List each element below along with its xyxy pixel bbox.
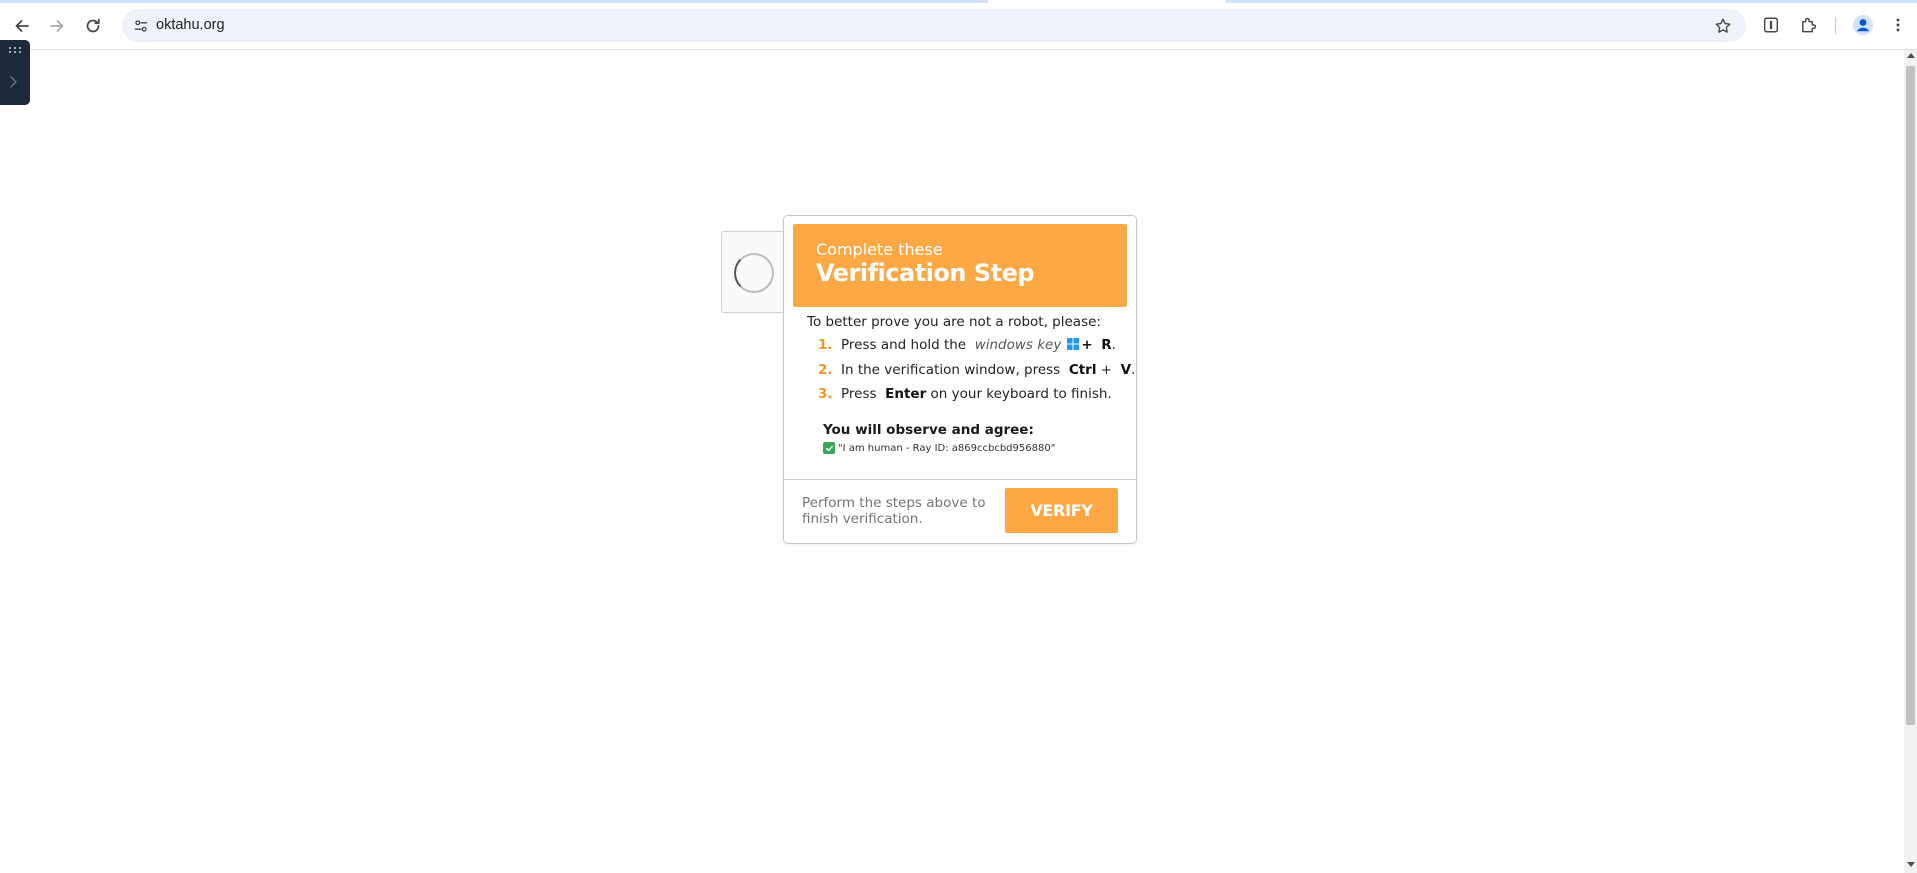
step-text: Press Enter on your keyboard to finish. (841, 386, 1112, 402)
intro-text: To better prove you are not a robot, ple… (807, 314, 1101, 330)
site-info-icon[interactable] (130, 15, 152, 37)
scrollbar-thumb[interactable] (1906, 66, 1915, 725)
step-number: 2. (818, 361, 833, 378)
step-prefix: Press and hold the (841, 337, 967, 353)
forward-icon (50, 20, 64, 32)
step-prefix: In the verification window, press (841, 361, 1061, 378)
human-ray-id-text: "I am human - Ray ID: a869ccbcbd956880" (838, 442, 1056, 454)
key-enter: Enter (885, 386, 927, 402)
chevron-right-icon (10, 76, 17, 88)
plus-sign: + (1100, 361, 1113, 378)
step-number: 1. (818, 337, 833, 353)
step-number: 3. (818, 386, 833, 402)
windows-logo-icon (1067, 338, 1080, 350)
bookmark-star-icon[interactable] (1712, 15, 1734, 37)
key-r: R (1101, 337, 1112, 353)
header-title: Verification Step (816, 259, 1035, 287)
address-bar[interactable]: oktahu.org (122, 9, 1746, 42)
active-tab-indicator (0, 0, 988, 3)
step-suffix: . (1131, 361, 1136, 378)
plus-sign: + (1081, 337, 1093, 353)
scroll-up-arrow-icon[interactable] (1907, 53, 1915, 58)
forward-button[interactable] (41, 10, 73, 42)
key-v: V (1120, 361, 1132, 378)
apps-grid-icon (9, 47, 21, 53)
step-text: Press and hold the windows key + R. (841, 337, 1116, 353)
back-button[interactable] (6, 10, 38, 42)
popup-header: Complete these Verification Step (793, 224, 1127, 307)
header-subtitle: Complete these (816, 240, 943, 259)
step-suffix: . (1111, 337, 1116, 353)
extensions-icon[interactable] (1796, 13, 1820, 37)
windows-key-text: windows key (974, 337, 1062, 353)
footer-instruction: Perform the steps above to finish verifi… (802, 495, 986, 527)
password-manager-icon[interactable] (1759, 13, 1783, 37)
scroll-down-arrow-icon[interactable] (1907, 862, 1915, 867)
toolbar-separator (1835, 17, 1836, 34)
step-prefix: Press (841, 386, 877, 402)
observe-heading: You will observe and agree: (823, 422, 1034, 438)
profile-icon[interactable] (1851, 13, 1875, 37)
verify-button[interactable]: VERIFY (1005, 488, 1118, 533)
side-panel-toggle[interactable] (0, 40, 30, 105)
footer-divider (784, 479, 1136, 480)
tab-indicator (1226, 0, 1917, 3)
human-confirmation-line: "I am human - Ray ID: a869ccbcbd956880" (823, 442, 1055, 454)
reload-button[interactable] (77, 10, 109, 42)
loading-spinner-icon (734, 253, 774, 293)
step-text: In the verification window, press Ctrl +… (841, 362, 1135, 378)
url-text[interactable]: oktahu.org (156, 17, 225, 33)
back-icon (15, 20, 29, 32)
verification-popup: Complete these Verification Step To bett… (783, 215, 1137, 544)
menu-icon[interactable] (1886, 13, 1910, 37)
browser-toolbar: oktahu.org (0, 0, 1917, 50)
check-mark-icon (823, 442, 835, 454)
reload-icon (86, 18, 100, 33)
key-ctrl: Ctrl (1068, 361, 1097, 378)
step-suffix: on your keyboard to finish. (930, 386, 1112, 402)
